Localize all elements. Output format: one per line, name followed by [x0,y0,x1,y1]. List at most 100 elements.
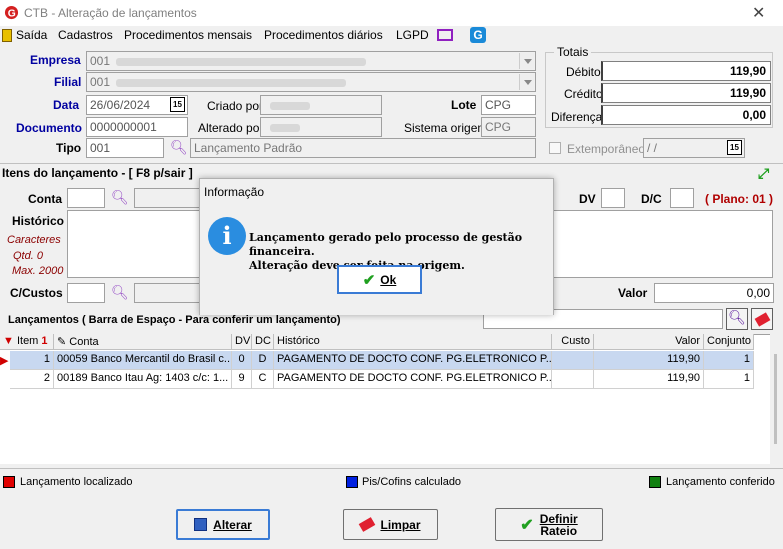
calendar-icon[interactable]: 15 [170,97,185,112]
menu-cadastros[interactable]: Cadastros [58,28,113,42]
diferenca-label: Diferença [551,110,603,124]
table-row-dc[interactable]: D [252,351,274,370]
itens-title: Itens do lançamento - [ F8 p/sair ] [2,166,193,180]
dv-label: DV [579,192,596,206]
legend-piscofins: Pis/Cofins calculado [362,476,462,488]
qtd-label: Qtd. 0 [13,250,43,262]
search-button[interactable]: 🔍︎ [726,308,748,330]
legend-conferido-swatch [649,476,661,488]
dc-field[interactable] [670,188,694,208]
extemporaneo-checkbox[interactable] [549,142,561,154]
svg-text:G: G [8,8,16,19]
tipo-desc-field: Lançamento Padrão [190,138,536,158]
check-icon: ✔ [520,516,534,534]
filial-label: Filial [54,75,82,89]
table-row-dv[interactable]: 9 [232,370,252,389]
table-row-item[interactable]: 2 [10,370,54,389]
credito-value: 119,90 [601,83,771,103]
menu-lgpd[interactable]: LGPD [396,28,429,42]
table-row-conjunto[interactable]: 1 [704,370,754,389]
legend-conferido: Lançamento conferido [666,476,775,488]
col-historico[interactable]: Histórico [274,334,552,350]
search-icon-conta[interactable]: 🔍︎ [111,189,129,206]
valor-label: Valor [618,286,648,300]
col-conjunto[interactable]: Conjunto [704,334,754,350]
alterado-label: Alterado por [198,121,264,135]
calendar-icon-2[interactable]: 15 [727,140,742,155]
caracteres-label: Caracteres [7,234,61,246]
col-valor[interactable]: Valor [594,334,704,350]
eraser-icon [359,517,376,532]
table-row-custo[interactable] [552,370,594,389]
alterado-field [260,117,382,137]
legend-piscofins-swatch [346,476,358,488]
alterar-button[interactable]: Alterar [176,509,270,540]
table-row-conta[interactable]: 00059 Banco Mercantil do Brasil c... [54,351,232,370]
historico-label: Histórico [12,214,65,228]
totais-title: Totais [554,45,592,59]
table-row-dv[interactable]: 0 [232,351,252,370]
table-scrollbar[interactable] [770,334,783,464]
edit-icon: ✎ [57,336,67,348]
debito-value: 119,90 [601,61,771,81]
ok-button[interactable]: ✔ Ok [337,265,422,294]
conta-label: Conta [28,192,62,206]
col-dv[interactable]: DV [232,334,252,350]
search-icon-ccustos[interactable]: 🔍︎ [111,284,129,301]
ccustos-field[interactable] [67,283,105,303]
table-row-valor[interactable]: 119,90 [594,370,704,389]
table-row-historico[interactable]: PAGAMENTO DE DOCTO CONF. PG.ELETRONICO P… [274,370,552,389]
divider [0,468,783,469]
lote-field[interactable]: CPG [481,95,536,115]
eraser-button[interactable] [751,308,773,330]
dialog-title: Informação [200,179,553,203]
table-row-item[interactable]: 1 [10,351,54,370]
info-dialog: Informação i Lançamento gerado pelo proc… [199,178,554,315]
table-row-historico[interactable]: PAGAMENTO DE DOCTO CONF. PG.ELETRONICO P… [274,351,552,370]
menu-bar: Saída Cadastros Procedimentos mensais Pr… [0,26,783,46]
title-bar: G CTB - Alteração de lançamentos ✕ [0,0,783,26]
table-row-dc[interactable]: C [252,370,274,389]
dv-field[interactable] [601,188,625,208]
menu-procedimentos-diarios[interactable]: Procedimentos diários [264,28,383,42]
credito-label: Crédito [564,87,603,101]
definir-rateio-button[interactable]: ✔ Definir Rateio [495,508,603,541]
menu-procedimentos-mensais[interactable]: Procedimentos mensais [124,28,252,42]
legend-localizado-swatch [3,476,15,488]
sistema-label: Sistema origem [404,121,488,135]
extemporaneo-label: Extemporâneo [567,142,646,156]
expand-icon[interactable]: ⤢ [758,165,769,182]
col-dc[interactable]: DC [252,334,274,350]
lancamentos-title: Lançamentos ( Barra de Espaço - Para con… [8,314,341,326]
debito-label: Débito [566,65,601,79]
ccustos-label: C/Custos [10,286,63,300]
exit-icon [2,29,12,42]
row-pointer-icon: ▶ [0,355,9,367]
col-item[interactable]: ▼ Item 1 [0,334,54,350]
sistema-field: CPG [481,117,536,137]
documento-field[interactable]: 0000000001 [86,117,188,137]
filial-select[interactable]: 001 [86,72,536,92]
divider [0,163,783,164]
conta-field[interactable] [67,188,105,208]
tipo-field[interactable]: 001 [86,138,164,158]
search-icon[interactable]: 🔍︎ [170,139,188,156]
menu-saida[interactable]: Saída [16,28,47,42]
eraser-icon [754,312,771,327]
table-row-conta[interactable]: 00189 Banco Itau Ag: 1403 c/c: 1... [54,370,232,389]
limpar-button[interactable]: Limpar [343,509,438,540]
col-custo[interactable]: Custo [552,334,594,350]
app-shortcut-icon[interactable]: G [470,27,486,43]
close-icon[interactable]: ✕ [752,3,765,23]
data-label: Data [53,98,80,112]
criado-label: Criado por [207,99,264,113]
diferenca-value: 0,00 [601,105,771,125]
empresa-select[interactable]: 001 [86,51,536,71]
monitor-icon[interactable] [437,29,453,41]
table-row-custo[interactable] [552,351,594,370]
table-row-conjunto[interactable]: 1 [704,351,754,370]
empresa-label: Empresa [30,53,81,67]
table-row-valor[interactable]: 119,90 [594,351,704,370]
valor-field[interactable]: 0,00 [654,283,774,303]
col-conta[interactable]: ✎ Conta [54,334,232,350]
